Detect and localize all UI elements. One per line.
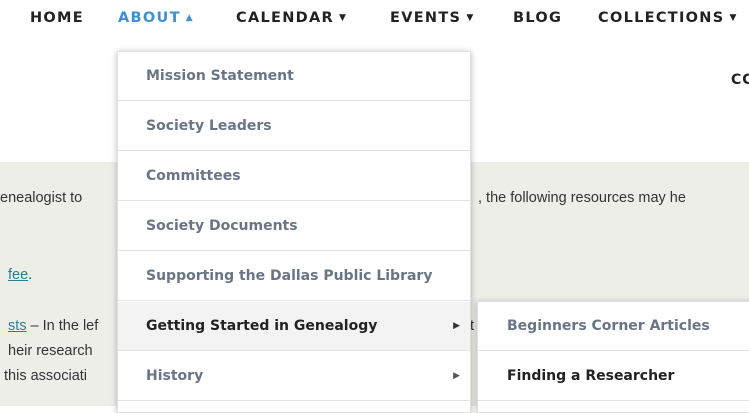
nav-home[interactable]: HOME <box>30 7 84 29</box>
menu-item-committees[interactable]: Committees <box>118 152 470 201</box>
caret-down-icon: ▼ <box>338 13 348 23</box>
menu-item-society-leaders[interactable]: Society Leaders <box>118 102 470 151</box>
nav-events[interactable]: EVENTS ▼ <box>390 7 475 29</box>
about-dropdown-menu: Mission Statement Society Leaders Commit… <box>117 51 471 413</box>
content-line: fee. <box>8 267 32 283</box>
nav-calendar[interactable]: CALENDAR ▼ <box>236 7 347 29</box>
nav-calendar-label: CALENDAR <box>236 10 334 26</box>
nav-home-label: HOME <box>30 10 84 26</box>
submenu-item-beginners-corner[interactable]: Beginners Corner Articles <box>478 302 749 351</box>
content-text: heir research <box>8 343 93 359</box>
caret-down-icon: ▼ <box>466 13 475 23</box>
content-text: – In the lef <box>26 318 99 334</box>
nav-blog-label: BLOG <box>513 10 563 26</box>
nav-about[interactable]: ABOUT ▲ <box>118 7 194 29</box>
nav-about-label: ABOUT <box>118 10 181 26</box>
lists-link[interactable]: sts <box>8 318 27 334</box>
main-nav: HOME ABOUT ▲ CALENDAR ▼ EVENTS ▼ BLOG COLLE… <box>0 0 749 36</box>
menu-item-label: Mission Statement <box>146 68 294 84</box>
menu-item-label: Society Leaders <box>146 118 272 134</box>
menu-item-supporting-library[interactable]: Supporting the Dallas Public Library <box>118 252 470 301</box>
content-line: sts – In the lef <box>8 318 98 334</box>
menu-item-label: Society Documents <box>146 218 298 234</box>
content-text: this associati <box>4 368 88 384</box>
menu-item-mission-statement[interactable]: Mission Statement <box>118 52 470 101</box>
chevron-right-icon: ▶ <box>453 321 460 331</box>
chevron-right-icon: ▶ <box>453 371 460 381</box>
menu-item-society-documents[interactable]: Society Documents <box>118 202 470 251</box>
menu-item-label: Getting Started in Genealogy <box>146 318 378 334</box>
submenu-item-label: Beginners Corner Articles <box>507 318 710 334</box>
submenu-item-finding-researcher[interactable]: Finding a Researcher <box>478 352 749 401</box>
menu-item-label: Committees <box>146 168 241 184</box>
menu-item-history[interactable]: History ▶ <box>118 352 470 401</box>
nav-collections-label: COLLECTIONS <box>598 10 725 26</box>
menu-item-label: Supporting the Dallas Public Library <box>146 268 433 284</box>
nav-collections[interactable]: COLLECTIONS ▼ <box>598 7 738 29</box>
caret-down-icon: ▼ <box>729 13 738 23</box>
content-text: . <box>28 267 33 283</box>
caret-up-icon: ▲ <box>185 13 194 23</box>
content-text: , the following resources may he <box>478 190 686 206</box>
menu-item-getting-started[interactable]: Getting Started in Genealogy ▶ <box>118 302 470 351</box>
submenu-item-label: Finding a Researcher <box>507 368 675 384</box>
fee-link[interactable]: fee <box>8 267 28 283</box>
menu-item-label: History <box>146 368 204 384</box>
header-partial-text: CC <box>731 72 749 88</box>
getting-started-submenu: Beginners Corner Articles Finding a Rese… <box>477 301 749 413</box>
content-text: enealogist to <box>0 190 83 206</box>
nav-blog[interactable]: BLOG <box>513 7 562 29</box>
nav-events-label: EVENTS <box>390 10 462 26</box>
